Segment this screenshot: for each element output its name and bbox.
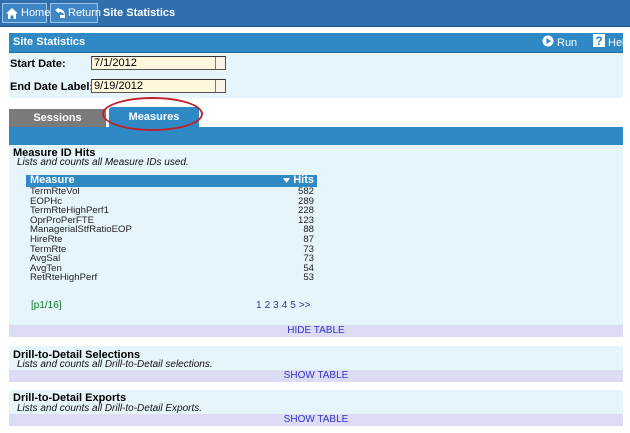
help-icon: ? (593, 34, 605, 52)
top-nav-bar: Home Return Site Statistics (0, 0, 630, 27)
home-button[interactable]: Home (2, 3, 51, 23)
nav-page-title: Site Statistics (103, 7, 176, 19)
help-button[interactable]: ? Help (593, 34, 630, 52)
hits-cell: 53 (303, 272, 314, 284)
page-link-next[interactable]: >> (299, 300, 311, 311)
tab-sessions[interactable]: Sessions (9, 109, 106, 127)
page-link-1[interactable]: 1 (256, 300, 262, 311)
page-link-2[interactable]: 2 (265, 300, 271, 311)
hide-table-button[interactable]: HIDE TABLE (9, 325, 623, 337)
date-range-form: Start Date: 7/1/2012 End Date Label: 9/1… (9, 53, 623, 98)
run-label: Run (557, 37, 578, 49)
measure-table: Measure Hits TermRteVol 582 EOPHc 289 TermRt… (26, 174, 317, 283)
sort-desc-icon (283, 174, 291, 186)
home-icon (5, 7, 19, 20)
show-selections-table-button[interactable]: SHOW TABLE (9, 370, 623, 382)
home-label: Home (21, 7, 51, 19)
play-icon (542, 35, 554, 52)
run-button[interactable]: Run (542, 35, 577, 51)
start-date-picker-handle[interactable] (215, 57, 225, 69)
panel-title: Site Statistics (13, 36, 86, 48)
end-date-value: 9/19/2012 (94, 80, 143, 92)
page-link-3[interactable]: 3 (273, 300, 279, 311)
start-date-value: 7/1/2012 (94, 57, 137, 69)
table-row: HireRte 87 (26, 235, 317, 245)
start-date-label: Start Date: (10, 58, 66, 70)
column-header-hits[interactable]: Hits (283, 174, 314, 186)
page-link-4[interactable]: 4 (282, 300, 288, 311)
page-link-5[interactable]: 5 (290, 300, 296, 311)
end-date-input[interactable]: 9/19/2012 (91, 79, 226, 93)
start-date-input[interactable]: 7/1/2012 (91, 56, 226, 70)
measure-section-description: Lists and counts all Measure IDs used. (17, 157, 189, 168)
table-row: RetRteHighPerf 53 (26, 273, 317, 283)
help-label: Help (608, 37, 630, 49)
table-row: TermRteVol 582 (26, 187, 317, 197)
drill-selections-description: Lists and counts all Drill-to-Detail sel… (17, 359, 213, 370)
measure-cell: RetRteHighPerf (30, 272, 98, 284)
hits-header-label: Hits (293, 174, 314, 186)
table-row: AvgSal 73 (26, 254, 317, 264)
page-indicator: [p1/16] (31, 300, 62, 311)
panel-header: Site Statistics Run ? Help (9, 33, 630, 53)
table-row: ManagerialStfRatioEOP 88 (26, 225, 317, 235)
show-exports-table-button[interactable]: SHOW TABLE (9, 414, 623, 426)
return-button[interactable]: Return (50, 3, 102, 23)
table-row: TermRte 73 (26, 244, 317, 255)
return-label: Return (68, 7, 102, 19)
drill-exports-description: Lists and counts all Drill-to-Detail Exp… (17, 403, 203, 414)
pagination: 1 2 3 4 5 >> (256, 300, 311, 311)
highlight-ellipse-annotation (102, 97, 203, 131)
return-arrow-icon (53, 7, 66, 20)
tab-content-strip (9, 127, 623, 145)
svg-text:?: ? (595, 34, 602, 47)
table-body: TermRteVol 582 EOPHc 289 TermRteHighPerf1 228… (26, 187, 317, 283)
end-date-picker-handle[interactable] (215, 80, 225, 92)
end-date-label: End Date Label: (10, 81, 94, 93)
column-header-measure[interactable]: Measure (30, 174, 75, 186)
